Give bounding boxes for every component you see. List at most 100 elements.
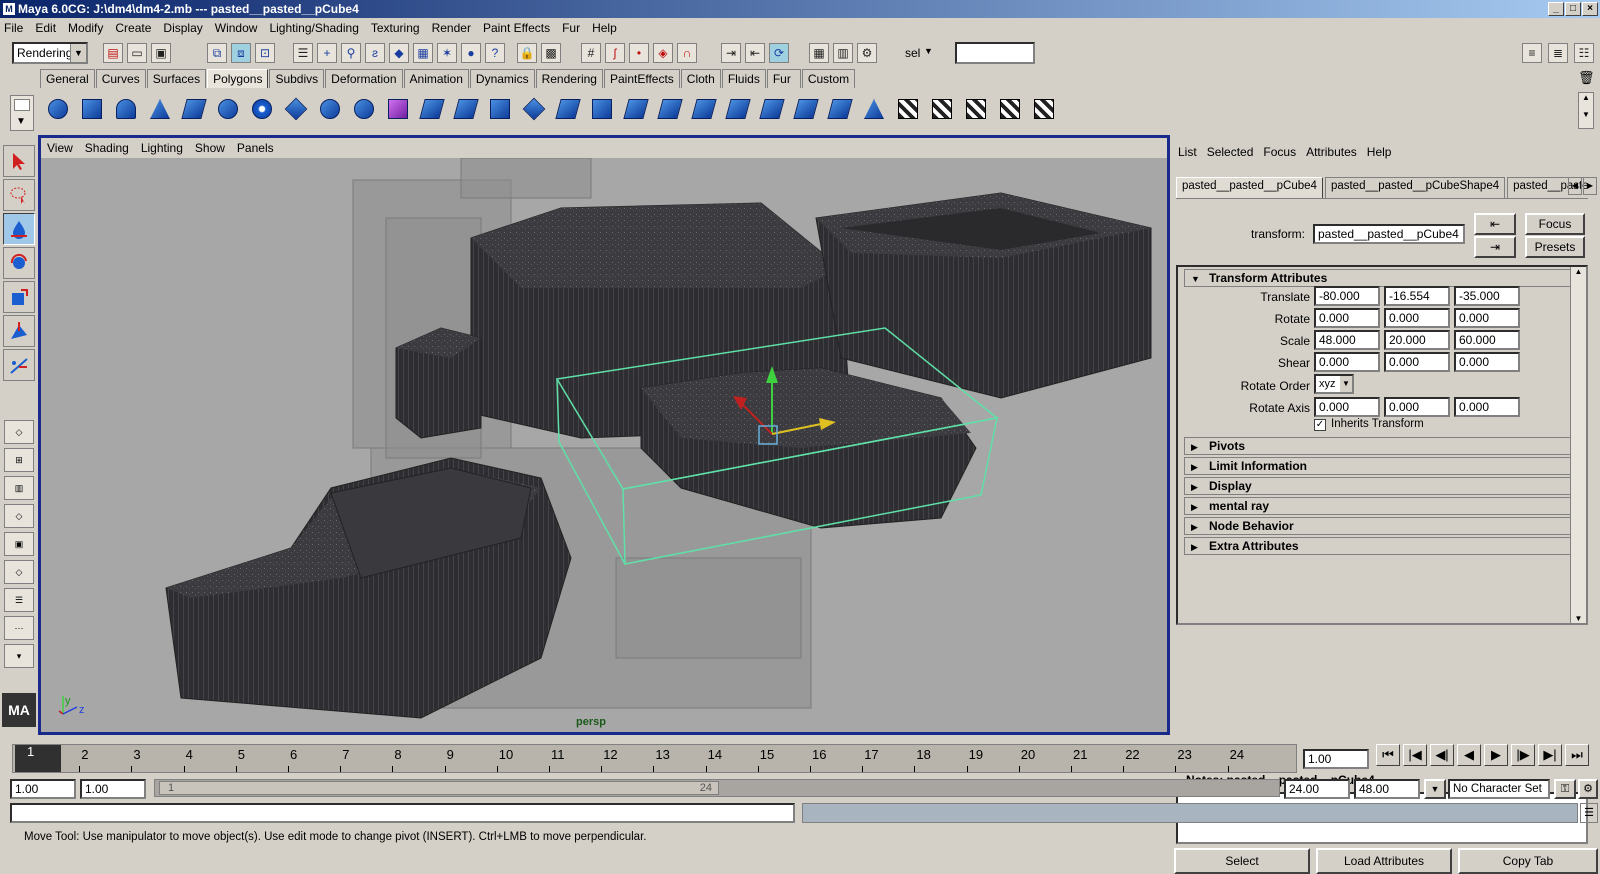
section-mental-ray[interactable]: ▶ mental ray [1184, 497, 1582, 515]
select-tool-icon[interactable] [3, 145, 35, 177]
select-handles-icon[interactable]: + [317, 43, 337, 63]
mask-menu-icon[interactable]: ☰ [293, 43, 313, 63]
shelf-tab-custom[interactable]: Custom [801, 69, 856, 88]
menu-fur[interactable]: Fur [562, 21, 580, 35]
step-back-frame-icon[interactable]: ◀| [1430, 744, 1454, 766]
ae-menu-list[interactable]: List [1178, 145, 1197, 165]
shelf-scrollbar[interactable]: ▲ ▼ [1578, 92, 1594, 129]
tab-shape-node[interactable]: pasted__pasted__pCubeShape4 [1324, 177, 1506, 198]
scroll-up-icon[interactable]: ▲ [1571, 267, 1586, 276]
shelf-menu-button[interactable]: ▼ [10, 95, 34, 131]
translate-x-field[interactable]: -80.000 [1314, 286, 1380, 306]
tab-scroll-right-icon[interactable]: ▶ [1583, 177, 1597, 195]
tab-scroll-left-icon[interactable]: ◀ [1568, 177, 1582, 195]
persp-outliner-layout-icon[interactable]: ▥ [4, 476, 34, 500]
new-scene-icon[interactable]: ▤ [103, 43, 123, 63]
menu-modify[interactable]: Modify [68, 21, 103, 35]
rotate-z-field[interactable]: 0.000 [1454, 308, 1520, 328]
trash-icon[interactable]: 🗑 [1578, 70, 1595, 86]
shear-y-field[interactable]: 0.000 [1384, 352, 1450, 372]
poly-sphere-icon[interactable] [42, 94, 74, 125]
uv-texture-editor-icon[interactable] [1028, 94, 1060, 125]
poly-cube-icon[interactable] [76, 94, 108, 125]
poly-cone-icon[interactable] [144, 94, 176, 125]
step-forward-frame-icon[interactable]: |▶ [1511, 744, 1535, 766]
minimize-button[interactable]: _ [1548, 2, 1564, 16]
tab-transform-node[interactable]: pasted__pasted__pCube4 [1176, 177, 1323, 198]
poly-cylinder-icon[interactable] [110, 94, 142, 125]
lock-selection-icon[interactable]: 🔒 [517, 43, 537, 63]
select-component-icon[interactable]: ⊡ [255, 43, 275, 63]
input-ops-icon[interactable]: ⇥ [721, 43, 741, 63]
command-line-input[interactable] [10, 803, 795, 823]
poly-plane-icon[interactable] [178, 94, 210, 125]
shelf-tab-polygons[interactable]: Polygons [207, 69, 269, 88]
shelf-tab-cloth[interactable]: Cloth [680, 69, 721, 88]
render-view-icon[interactable]: ▦ [809, 43, 829, 63]
animation-start-field[interactable]: 1.00 [10, 779, 76, 799]
extrude-face-icon[interactable] [416, 94, 448, 125]
automatic-mapping-icon[interactable] [994, 94, 1026, 125]
split-polygon-icon[interactable] [518, 94, 550, 125]
menu-edit[interactable]: Edit [35, 21, 56, 35]
go-to-input-icon[interactable]: ⇤ [1474, 213, 1516, 235]
shelf-tab-deformation[interactable]: Deformation [325, 69, 403, 88]
ae-menu-attributes[interactable]: Attributes [1306, 145, 1357, 165]
collapse-icon[interactable] [756, 94, 788, 125]
shelf-tab-surfaces[interactable]: Surfaces [146, 69, 207, 88]
layout-menu-icon[interactable]: ▾ [4, 644, 34, 668]
section-pivots[interactable]: ▶ Pivots [1184, 437, 1582, 455]
key-icon[interactable]: ⚿ [1554, 779, 1576, 799]
rotate-axis-x-field[interactable]: 0.000 [1314, 397, 1380, 417]
shelf-tab-fur[interactable]: Fur [766, 69, 801, 88]
shelf-tab-animation[interactable]: Animation [403, 69, 469, 88]
scale-x-field[interactable]: 48.000 [1314, 330, 1380, 350]
viewport-menu-view[interactable]: View [47, 141, 73, 155]
go-to-start-icon[interactable]: ⏮ [1376, 744, 1400, 766]
section-limit-information[interactable]: ▶ Limit Information [1184, 457, 1582, 475]
menu-lighting-shading[interactable]: Lighting/Shading [269, 21, 358, 35]
quadrangulate-icon[interactable] [824, 94, 856, 125]
presets-button[interactable]: Presets [1525, 236, 1585, 258]
shelf-tab-general[interactable]: General [40, 69, 95, 88]
poly-boolean-difference-icon[interactable] [348, 94, 380, 125]
translate-y-field[interactable]: -16.554 [1384, 286, 1450, 306]
select-button[interactable]: Select [1174, 848, 1310, 874]
playback-start-field[interactable]: 1.00 [80, 779, 146, 799]
rotate-tool-icon[interactable] [3, 247, 35, 279]
poly-smooth-icon[interactable] [382, 94, 414, 125]
quick-select-field[interactable] [955, 42, 1035, 64]
menu-render[interactable]: Render [432, 21, 471, 35]
transform-name-field[interactable]: pasted__pasted__pCube4 [1313, 224, 1465, 244]
section-transform-attributes[interactable]: ▼ Transform Attributes [1184, 269, 1582, 287]
time-ruler[interactable]: 1 2 3 4 5 6 7 8 9 10 11 12 13 14 15 16 17 18 19 20 21 22 23 24 [12, 744, 1297, 773]
shelf-tab-curves[interactable]: Curves [95, 69, 146, 88]
playback-end-field[interactable]: 24.00 [1284, 779, 1350, 799]
snap-grid-icon[interactable]: # [581, 43, 601, 63]
section-display[interactable]: ▶ Display [1184, 477, 1582, 495]
poly-combine-icon[interactable] [246, 94, 278, 125]
shear-z-field[interactable]: 0.000 [1454, 352, 1520, 372]
menu-paint-effects[interactable]: Paint Effects [483, 21, 550, 35]
shelf-tab-dynamics[interactable]: Dynamics [469, 69, 535, 88]
shelf-tab-painteffects[interactable]: PaintEffects [603, 69, 680, 88]
ae-menu-focus[interactable]: Focus [1263, 145, 1296, 165]
select-surfaces-icon[interactable]: ◆ [389, 43, 409, 63]
menu-window[interactable]: Window [215, 21, 258, 35]
make-live-icon[interactable]: ∩ [677, 43, 697, 63]
select-hierarchy-icon[interactable]: ⧉ [207, 43, 227, 63]
rotate-x-field[interactable]: 0.000 [1314, 308, 1380, 328]
menu-display[interactable]: Display [163, 21, 202, 35]
focus-button[interactable]: Focus [1525, 213, 1585, 235]
paint-select-tool-icon[interactable] [3, 213, 35, 245]
menu-texturing[interactable]: Texturing [371, 21, 420, 35]
shelf-tab-rendering[interactable]: Rendering [535, 69, 603, 88]
translate-z-field[interactable]: -35.000 [1454, 286, 1520, 306]
viewport-menu-panels[interactable]: Panels [237, 141, 274, 155]
play-forwards-icon[interactable]: ▶ [1484, 744, 1508, 766]
persp-graph-layout-icon[interactable]: ◇ [4, 504, 34, 528]
subdivide-icon[interactable] [722, 94, 754, 125]
inherits-transform-checkbox[interactable]: ✓ [1314, 419, 1326, 431]
viewport-menu-lighting[interactable]: Lighting [141, 141, 183, 155]
range-bar[interactable]: 1 24 [159, 781, 719, 795]
